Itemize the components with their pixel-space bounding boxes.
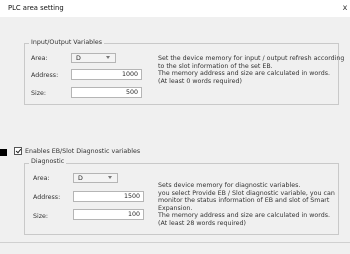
diag-size-label: Size: <box>33 213 49 220</box>
close-icon[interactable]: x <box>340 2 350 14</box>
io-variables-group-title: Input/Output Variables <box>29 39 105 46</box>
enable-diagnostic-checkbox[interactable] <box>14 147 22 155</box>
diagnostic-group-title: Diagnostic <box>29 158 67 165</box>
io-area-value: D <box>76 55 81 62</box>
diagnostic-description: Sets device memory for diagnostic variab… <box>158 182 335 227</box>
divider <box>0 242 350 243</box>
io-address-label: Address: <box>31 72 59 79</box>
window-title: PLC area setting <box>8 4 64 12</box>
plc-area-setting-dialog: PLC area setting x Input/Output Variable… <box>0 0 350 254</box>
diag-address-label: Address: <box>33 194 61 201</box>
chevron-down-icon <box>108 176 112 179</box>
title-bar: PLC area setting x <box>0 0 350 17</box>
chevron-down-icon <box>106 56 110 59</box>
enable-diagnostic-label[interactable]: Enables EB/Slot Diagnostic variables <box>25 148 140 155</box>
io-description: Set the device memory for input / output… <box>158 55 345 85</box>
io-size-label: Size: <box>31 90 47 97</box>
io-area-label: Area: <box>31 55 48 62</box>
io-address-field[interactable]: 1000 <box>71 69 142 80</box>
diag-size-field[interactable]: 100 <box>73 209 144 220</box>
selection-marker <box>0 149 7 156</box>
diag-area-value: D <box>78 175 83 182</box>
diag-area-select[interactable]: D <box>73 173 118 183</box>
io-size-field[interactable]: 500 <box>71 87 142 98</box>
diag-area-label: Area: <box>33 175 50 182</box>
io-area-select[interactable]: D <box>71 53 116 63</box>
diag-address-field[interactable]: 1500 <box>73 191 144 202</box>
